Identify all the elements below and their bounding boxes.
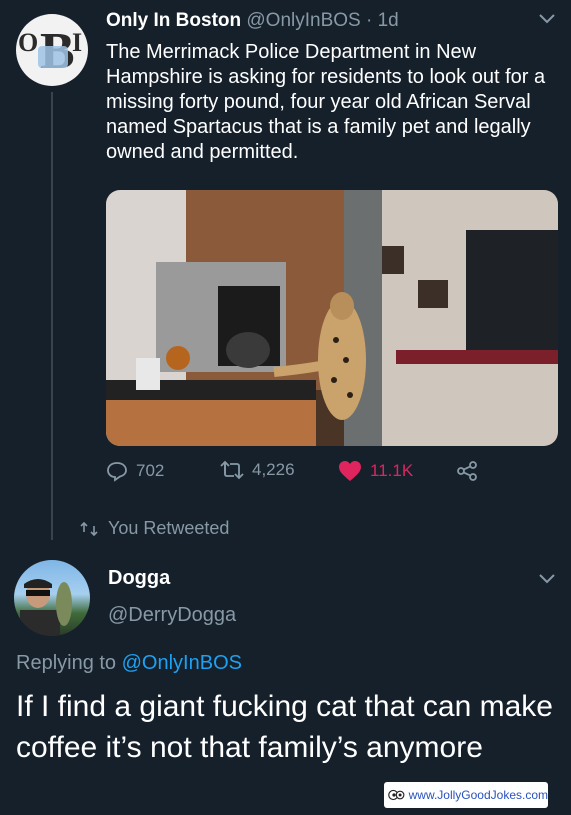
retweet-notice: You Retweeted [80,518,229,539]
more-menu-button[interactable] [538,572,556,590]
reply-action[interactable]: 702 [106,460,164,482]
more-menu-button[interactable] [538,12,556,30]
chevron-down-icon [539,574,555,584]
photo-scene [106,190,558,446]
tweet-header: Only In Boston @OnlyInBOS · 1d [106,10,399,32]
retweet-notice-label: You Retweeted [108,518,230,538]
mask-graphic [38,46,68,68]
author-name[interactable]: Only In Boston [106,10,241,31]
like-count: 11.1K [370,461,414,480]
like-action[interactable]: 11.1K [338,460,413,482]
author-name[interactable]: Dogga [108,567,170,590]
retweet-icon [220,460,244,480]
share-icon [457,461,477,481]
reply-icon [107,462,127,482]
retweet-count: 4,226 [252,460,295,479]
thread-line [51,92,53,540]
mention-link[interactable]: @OnlyInBOS [122,652,242,674]
author-handle[interactable]: @DerryDogga [108,604,236,627]
retweet-icon [80,521,98,536]
share-action[interactable] [456,460,478,482]
tweet-photo[interactable] [106,190,558,446]
watermark: www.JollyGoodJokes.com [384,782,548,808]
reply-text: If I find a giant fucking cat that can m… [16,690,553,764]
retweet-action[interactable]: 4,226 [220,460,295,480]
watermark-text: www.JollyGoodJokes.com [408,788,548,802]
timestamp[interactable]: 1d [378,10,399,31]
avatar-letter: I [72,28,83,57]
heart-icon [339,461,361,481]
replying-label: Replying to [16,652,117,674]
avatar[interactable]: O B I [16,14,88,86]
eye-logo-icon [388,789,405,801]
avatar-photo [20,579,72,636]
avatar-letter: O [18,28,39,57]
replying-to: Replying to @OnlyInBOS [16,652,242,675]
avatar[interactable] [14,560,90,636]
tweet-text: The Merrimack Police Department in New H… [106,41,546,163]
separator: · [366,10,373,31]
chevron-down-icon [539,14,555,24]
author-handle[interactable]: @OnlyInBOS [246,10,360,31]
reply-count: 702 [136,461,165,480]
